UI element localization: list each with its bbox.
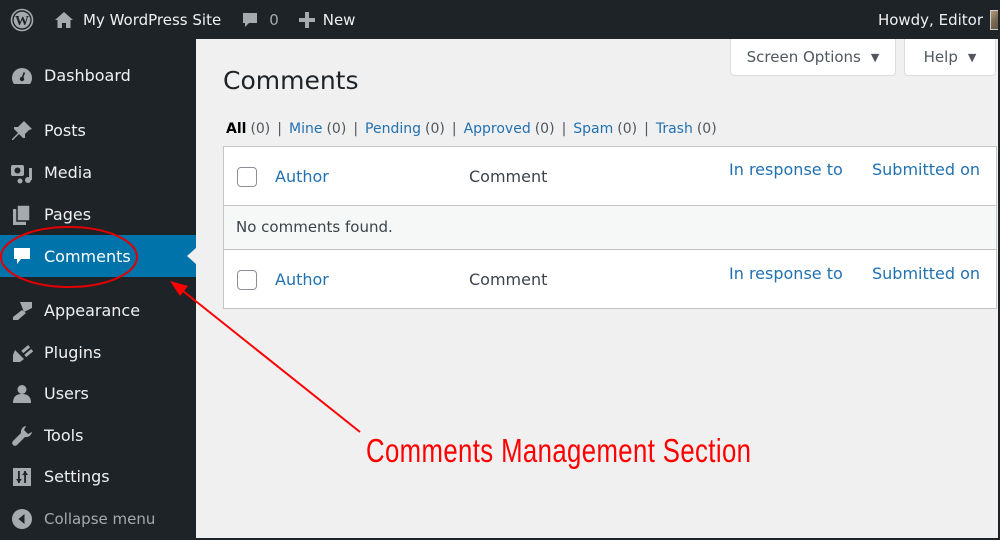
- table-footer-row: Author Comment In response to Submitted …: [224, 250, 996, 308]
- admin-bar: W My WordPress Site 0 New Howdy, Editor: [0, 0, 1000, 39]
- sidebar-label: Tools: [44, 426, 84, 445]
- media-camera-music-icon: [0, 162, 44, 184]
- collapse-menu-label: Collapse menu: [44, 509, 156, 528]
- dropdown-arrow-icon: ▼: [967, 50, 977, 64]
- filter-mine[interactable]: Mine: [289, 121, 322, 137]
- help-label: Help: [923, 48, 958, 66]
- pages-icon: [0, 203, 44, 226]
- no-items-message: No comments found.: [236, 218, 393, 236]
- site-name-link[interactable]: My WordPress Site: [54, 0, 221, 39]
- comments-table: Author Comment In response to Submitted …: [223, 146, 997, 309]
- comment-status-filters: All (0) | Mine (0) | Pending (0) | Appro…: [226, 121, 717, 137]
- my-account-menu[interactable]: Howdy, Editor: [878, 0, 1000, 39]
- annotation-label: Comments Management Section: [366, 432, 752, 469]
- filter-count: (0): [617, 121, 638, 137]
- sidebar-label: Pages: [44, 205, 92, 224]
- pushpin-icon: [0, 120, 44, 142]
- separator: |: [644, 121, 649, 137]
- wrench-icon: [0, 425, 44, 447]
- wordpress-logo-menu[interactable]: W: [2, 0, 42, 39]
- plug-icon: [0, 342, 44, 364]
- screen-options-button[interactable]: Screen Options ▼: [730, 39, 896, 76]
- filter-approved[interactable]: Approved: [464, 121, 531, 137]
- table-header-row: Author Comment In response to Submitted …: [224, 147, 996, 206]
- site-name: My WordPress Site: [83, 10, 222, 29]
- sidebar-label: Posts: [44, 121, 86, 140]
- new-content-link[interactable]: New: [298, 0, 356, 39]
- column-comment: Comment: [469, 270, 548, 289]
- sidebar-item-dashboard[interactable]: Dashboard: [0, 55, 196, 96]
- sidebar-label: Media: [44, 163, 93, 182]
- sidebar-label: Settings: [44, 467, 110, 486]
- plus-icon: [298, 11, 315, 28]
- wordpress-logo-icon: W: [10, 8, 34, 31]
- sidebar-item-users[interactable]: Users: [0, 373, 196, 414]
- column-submitted-on[interactable]: Submitted on: [872, 264, 980, 283]
- avatar: [990, 9, 1000, 30]
- sidebar-item-pages[interactable]: Pages: [0, 194, 196, 235]
- column-comment: Comment: [469, 167, 548, 186]
- help-button[interactable]: Help ▼: [904, 39, 996, 76]
- column-author[interactable]: Author: [275, 270, 329, 289]
- select-all-checkbox[interactable]: [237, 167, 257, 187]
- comment-bubble-icon: [0, 246, 44, 266]
- separator: |: [451, 121, 457, 137]
- column-author[interactable]: Author: [275, 167, 329, 186]
- svg-text:W: W: [15, 13, 29, 28]
- filter-count: (0): [696, 121, 717, 137]
- sidebar-item-settings[interactable]: Settings: [0, 456, 196, 497]
- filter-count: (0): [534, 121, 555, 137]
- paintbrush-icon: [0, 300, 44, 322]
- dropdown-arrow-icon: ▼: [870, 50, 880, 64]
- collapse-arrow-icon: [0, 508, 44, 530]
- comments-count: 0: [269, 10, 279, 29]
- collapse-menu-button[interactable]: Collapse menu: [0, 498, 196, 539]
- sidebar-label: Appearance: [44, 301, 141, 320]
- column-submitted-on[interactable]: Submitted on: [872, 160, 980, 179]
- user-icon: [0, 383, 44, 405]
- admin-sidebar: Dashboard Posts Media Pages Comments App…: [0, 39, 196, 540]
- sidebar-label: Users: [44, 384, 89, 403]
- filter-count: (0): [326, 121, 347, 137]
- sidebar-item-tools[interactable]: Tools: [0, 415, 196, 456]
- sidebar-label: Plugins: [44, 343, 102, 362]
- sidebar-item-media[interactable]: Media: [0, 152, 196, 193]
- sidebar-item-appearance[interactable]: Appearance: [0, 290, 196, 331]
- sidebar-label: Comments: [44, 246, 131, 266]
- select-all-checkbox[interactable]: [237, 270, 257, 290]
- filter-pending[interactable]: Pending: [365, 121, 421, 137]
- settings-sliders-icon: [0, 467, 44, 487]
- filter-count: (0): [250, 121, 271, 137]
- filter-spam[interactable]: Spam: [573, 121, 613, 137]
- page-title: Comments: [223, 66, 359, 95]
- new-label: New: [322, 10, 356, 29]
- sidebar-item-comments[interactable]: Comments: [0, 235, 196, 277]
- filter-count: (0): [425, 121, 445, 137]
- dashboard-gauge-icon: [0, 66, 44, 86]
- home-icon: [55, 11, 73, 28]
- sidebar-label: Dashboard: [44, 66, 131, 85]
- separator: |: [561, 121, 567, 137]
- adminbar-comments-link[interactable]: 0: [241, 0, 279, 39]
- column-in-response-to[interactable]: In response to: [729, 160, 843, 179]
- howdy-greeting: Howdy, Editor: [877, 10, 983, 29]
- column-in-response-to[interactable]: In response to: [729, 264, 843, 283]
- filter-trash[interactable]: Trash: [656, 121, 693, 137]
- sidebar-item-plugins[interactable]: Plugins: [0, 332, 196, 373]
- comment-bubble-icon: [243, 12, 258, 27]
- screen-options-label: Screen Options: [746, 48, 861, 66]
- table-row: No comments found.: [224, 206, 996, 250]
- separator: |: [277, 121, 282, 137]
- sidebar-item-posts[interactable]: Posts: [0, 110, 196, 151]
- filter-all[interactable]: All: [226, 121, 246, 137]
- separator: |: [353, 121, 359, 137]
